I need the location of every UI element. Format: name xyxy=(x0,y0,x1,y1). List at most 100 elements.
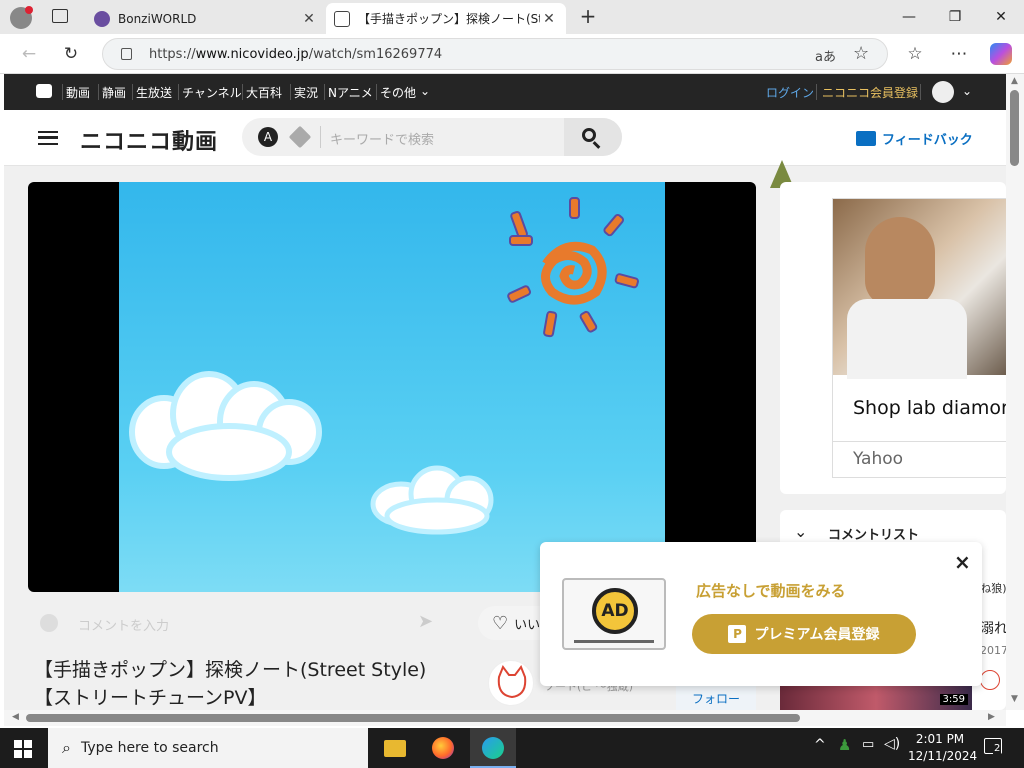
register-link[interactable]: ニコニコ会員登録 xyxy=(822,84,918,101)
nav-seiga[interactable]: 静画 xyxy=(102,84,126,101)
collapse-chevron-icon[interactable]: ⌄ xyxy=(794,522,807,541)
network-icon[interactable]: ▭ xyxy=(862,737,874,752)
browser-toolbar: ← ↻ https://www.nicovideo.jp/watch/sm162… xyxy=(0,34,1024,74)
search-button[interactable] xyxy=(564,118,622,156)
windows-taskbar: ⌕ Type here to search ^ ♟ ▭ ◁) 2:01 PM 1… xyxy=(0,728,1024,768)
volume-icon[interactable]: ◁) xyxy=(884,736,900,752)
comment-list-header[interactable]: コメントリスト xyxy=(828,524,919,543)
people-icon[interactable]: ♟ xyxy=(838,736,851,754)
login-link[interactable]: ログイン xyxy=(766,84,814,101)
start-button[interactable] xyxy=(14,740,32,758)
edge-icon xyxy=(482,737,504,759)
tab-nicovideo[interactable]: 【手描きポップン】探検ノート(Street St ✕ xyxy=(326,3,566,34)
tray-chevron-icon[interactable]: ^ xyxy=(814,737,826,753)
follow-button[interactable]: フォロー xyxy=(676,686,756,710)
cloud-large-drawing xyxy=(129,371,322,481)
ad-card[interactable]: Shop lab diamor Yahoo xyxy=(832,198,1006,478)
nicovideo-favicon-icon xyxy=(334,10,350,27)
vertical-scrollbar[interactable]: ▲ ▼ xyxy=(1006,74,1024,710)
cat-avatar-icon xyxy=(497,664,527,699)
nav-video[interactable]: 動画 xyxy=(66,84,90,101)
search-box[interactable]: A キーワードで検索 xyxy=(242,118,622,156)
notification-center-icon[interactable]: 2 xyxy=(984,738,1002,754)
profile-icon[interactable] xyxy=(10,6,33,29)
refresh-button[interactable]: ↻ xyxy=(56,40,86,68)
heart-icon: ♡ xyxy=(492,612,509,634)
browser-tab-strip: BonziWORLD ✕ 【手描きポップン】探検ノート(Street St ✕ … xyxy=(0,0,1024,34)
new-tab-button[interactable]: + xyxy=(576,4,600,28)
premium-popup: AD 広告なしで動画をみる P プレミアム会員登録 × xyxy=(540,542,982,686)
file-explorer-icon[interactable] xyxy=(384,740,406,757)
sun-drawing xyxy=(507,197,639,338)
clock[interactable]: 2:01 PM 12/11/2024 xyxy=(908,731,977,765)
horizontal-scroll-thumb[interactable] xyxy=(26,714,800,722)
thumb-duration: 3:59 xyxy=(939,694,968,705)
feedback-label: フィードバック xyxy=(882,133,973,148)
niconico-tv-icon[interactable] xyxy=(36,84,52,98)
palette-icon[interactable] xyxy=(40,614,58,632)
tab-close-icon[interactable]: ✕ xyxy=(540,11,558,27)
video-player[interactable] xyxy=(28,182,756,592)
sidebar-ad[interactable]: Shop lab diamor Yahoo xyxy=(780,182,1006,494)
related-thumbnail[interactable]: 3:59 xyxy=(780,686,972,710)
tab-title: BonziWORLD xyxy=(118,11,197,26)
premium-badge-icon: P xyxy=(728,625,747,643)
ad-image[interactable] xyxy=(833,199,1006,379)
vertical-scroll-thumb[interactable] xyxy=(1010,90,1019,166)
nav-jikkyo[interactable]: 実況 xyxy=(294,84,318,101)
search-icon: ⌕ xyxy=(62,738,71,757)
page-viewport: 動画 静画 生放送 チャンネル 大百科 実況 Nアニメ その他 ⌄ ログイン ニ… xyxy=(4,74,1006,710)
nav-dic[interactable]: 大百科 xyxy=(246,84,282,101)
like-label: いい xyxy=(514,617,541,633)
close-window-button[interactable]: ✕ xyxy=(978,0,1024,34)
tab-bonziworld[interactable]: BonziWORLD ✕ xyxy=(86,3,326,34)
tab-title: 【手描きポップン】探検ノート(Street St xyxy=(358,12,540,26)
favorite-star-icon[interactable]: ☆ xyxy=(853,43,869,64)
address-bar[interactable]: https://www.nicovideo.jp/watch/sm1626977… xyxy=(102,38,888,70)
side-snippet-3: 2017 xyxy=(980,644,1006,657)
favorites-icon[interactable]: ☆ xyxy=(900,40,930,68)
search-input[interactable]: キーワードで検索 xyxy=(330,129,434,148)
nav-live[interactable]: 生放送 xyxy=(136,84,172,101)
chevron-down-icon[interactable]: ⌄ xyxy=(420,84,430,98)
avatar-chevron-icon[interactable]: ⌄ xyxy=(962,84,972,98)
back-button[interactable]: ← xyxy=(14,40,44,68)
avatar[interactable] xyxy=(932,81,954,103)
lock-icon[interactable] xyxy=(121,48,132,60)
uploader-avatar[interactable] xyxy=(488,660,534,706)
clock-time: 2:01 PM xyxy=(915,732,965,746)
video-frame[interactable] xyxy=(119,182,665,592)
url-text[interactable]: https://www.nicovideo.jp/watch/sm1626977… xyxy=(149,47,442,62)
tag-icon[interactable] xyxy=(288,125,312,149)
restore-button[interactable]: ❐ xyxy=(932,0,978,34)
close-icon[interactable]: × xyxy=(954,550,971,574)
horizontal-scrollbar[interactable]: ◀ ▶ xyxy=(4,710,1006,726)
copilot-icon[interactable] xyxy=(990,43,1012,65)
notification-count: 2 xyxy=(993,743,1002,754)
video-title-line2: 【ストリートチューンPV】 xyxy=(34,687,267,709)
edge-taskbar-button[interactable] xyxy=(470,728,516,768)
read-aloud-icon[interactable]: aあ xyxy=(815,46,836,65)
nav-other[interactable]: その他 xyxy=(380,84,416,101)
more-menu-icon[interactable]: ⋯ xyxy=(944,40,974,68)
nav-channel[interactable]: チャンネル xyxy=(182,84,242,101)
premium-register-button[interactable]: P プレミアム会員登録 xyxy=(692,614,916,654)
taskbar-search-input[interactable]: Type here to search xyxy=(81,740,219,756)
nav-anime[interactable]: Nアニメ xyxy=(328,84,373,101)
search-mode-icon[interactable]: A xyxy=(258,127,278,147)
taskbar-search[interactable]: ⌕ Type here to search xyxy=(48,728,368,768)
video-title-line1: 【手描きポップン】探検ノート(Street Style) xyxy=(34,659,427,681)
video-drawing xyxy=(129,197,639,535)
ad-headline[interactable]: Shop lab diamor xyxy=(853,397,1006,419)
minimize-button[interactable]: — xyxy=(886,0,932,34)
firefox-icon[interactable] xyxy=(432,737,454,759)
send-comment-icon[interactable]: ➤ xyxy=(418,611,433,632)
hamburger-menu-icon[interactable] xyxy=(38,131,58,145)
comment-input[interactable]: コメントを入力 xyxy=(78,615,169,634)
nico-header: ニコニコ動画 A キーワードで検索 フィードバック xyxy=(4,110,1006,166)
niconico-logo[interactable]: ニコニコ動画 xyxy=(80,124,218,156)
tab-close-icon[interactable]: ✕ xyxy=(300,11,318,27)
tab-actions-icon[interactable] xyxy=(52,9,68,23)
feedback-button[interactable]: フィードバック xyxy=(856,129,973,148)
side-snippet-2: 溺れ xyxy=(980,621,1006,637)
